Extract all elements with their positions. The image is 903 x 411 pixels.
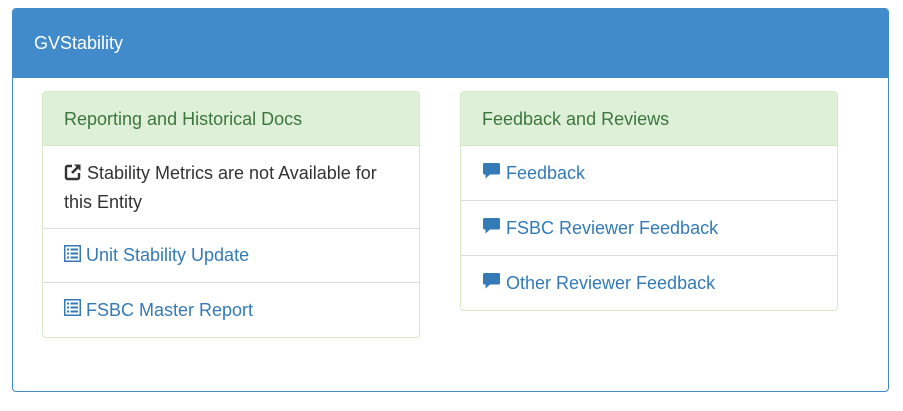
list-item-feedback[interactable]: Feedback: [461, 146, 837, 200]
comment-icon: [482, 162, 501, 185]
list-item-unit-stability-update[interactable]: Unit Stability Update: [43, 228, 419, 282]
panel-title: GVStability: [13, 9, 888, 78]
list-item-other-reviewer-feedback[interactable]: Other Reviewer Feedback: [461, 255, 837, 310]
stability-metrics-notice: Stability Metrics are not Available for …: [43, 146, 419, 228]
fsbc-reviewer-feedback-link[interactable]: FSBC Reviewer Feedback: [506, 218, 718, 239]
comment-icon: [482, 272, 501, 295]
list-item-fsbc-reviewer-feedback[interactable]: FSBC Reviewer Feedback: [461, 200, 837, 255]
stability-metrics-text: Stability Metrics are not Available for …: [64, 163, 377, 212]
external-link-icon: [64, 162, 82, 189]
feedback-reviews-panel: Feedback and Reviews Feedback FSBC Revie…: [460, 91, 838, 311]
feedback-reviews-title: Feedback and Reviews: [461, 92, 837, 146]
other-reviewer-feedback-link[interactable]: Other Reviewer Feedback: [506, 273, 715, 294]
comment-icon: [482, 217, 501, 240]
fsbc-master-report-link[interactable]: FSBC Master Report: [86, 300, 253, 321]
reporting-docs-title: Reporting and Historical Docs: [43, 92, 419, 146]
list-item-fsbc-master-report[interactable]: FSBC Master Report: [43, 282, 419, 337]
feedback-link[interactable]: Feedback: [506, 163, 585, 184]
unit-stability-update-link[interactable]: Unit Stability Update: [86, 245, 249, 266]
list-alt-icon: [64, 299, 81, 321]
list-alt-icon: [64, 244, 81, 267]
reporting-docs-panel: Reporting and Historical Docs Stability …: [42, 91, 420, 338]
